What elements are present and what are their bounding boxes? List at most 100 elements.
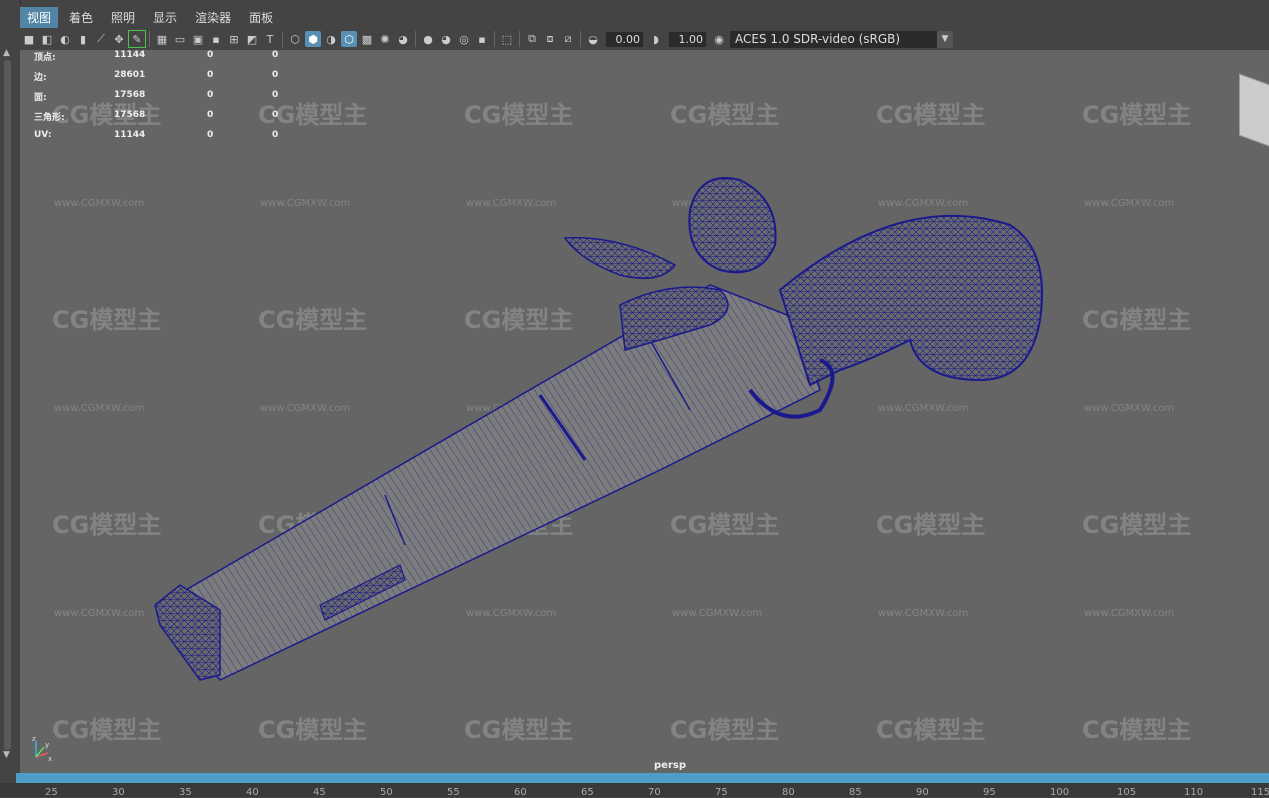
camera-attributes-icon[interactable]: ◧ <box>39 31 55 47</box>
hud-label: 顶点: <box>34 53 56 63</box>
resolution-gate-icon[interactable]: ▣ <box>190 31 206 47</box>
left-panel-strip: ▲ ▼ <box>0 0 21 775</box>
perspective-viewport[interactable]: CG模型主 www.CGMXW.com CG模型主 www.CGMXW.com CG模型… <box>20 50 1269 773</box>
panel-menu-bar: 视图 着色 照明 显示 渲染器 面板 <box>20 6 1269 28</box>
bookmark-icon[interactable]: ◐ <box>57 31 73 47</box>
timeline-tick: 90 <box>916 787 929 798</box>
hud-value: 11144 <box>114 130 146 140</box>
hud-value: 0 <box>272 130 279 140</box>
gate-mask-icon[interactable]: ▪ <box>208 31 224 47</box>
hud-label: 面: <box>34 93 47 103</box>
hud-value: 0 <box>207 130 214 140</box>
menu-lighting[interactable]: 照明 <box>104 7 142 28</box>
flintlock-pistol-wireframe[interactable] <box>20 50 1269 773</box>
lights-icon[interactable]: ✺ <box>377 31 393 47</box>
timeline-tick: 40 <box>246 787 259 798</box>
grid-icon[interactable]: ▦ <box>154 31 170 47</box>
timeline-tick: 60 <box>514 787 527 798</box>
hud-label: 三角形: <box>34 113 65 123</box>
axis-x-label: x <box>48 755 52 763</box>
exposure-field[interactable]: 0.00 <box>606 31 643 47</box>
poly-count-hud: 顶点: 11144 0 0 边: 28601 0 0 面: 17568 0 0 … <box>34 50 314 150</box>
panel-toolbar: ■ ◧ ◐ ▮ ⟋ ✥ ✎ ▦ ▭ ▣ ▪ ⊞ ◩ T ⬡ ⬢ ◑ ⬡ ▩ ✺ … <box>20 28 1269 50</box>
hud-row-edges: 边: 28601 0 0 <box>34 70 314 90</box>
hud-value: 17568 <box>114 90 146 100</box>
timeline-tick: 105 <box>1117 787 1137 798</box>
timeline-tick: 70 <box>648 787 661 798</box>
scroll-up-icon[interactable]: ▲ <box>3 48 10 58</box>
hud-row-triangles: 三角形: 17568 0 0 <box>34 110 314 130</box>
time-slider[interactable] <box>16 773 1269 783</box>
color-management-icon[interactable]: ◉ <box>711 31 727 47</box>
hud-value: 0 <box>272 50 279 60</box>
timeline-tick: 100 <box>1050 787 1070 798</box>
2d-pan-icon[interactable]: ⟋ <box>93 31 109 47</box>
vertical-scrollbar[interactable] <box>4 60 11 750</box>
exposure-icon[interactable]: ◒ <box>585 31 601 47</box>
textured-icon[interactable]: ▩ <box>359 31 375 47</box>
timeline-tick: 50 <box>380 787 393 798</box>
hud-label: UV: <box>34 130 52 140</box>
safe-title-icon[interactable]: T <box>262 31 278 47</box>
timeline-tick: 115 <box>1251 787 1269 798</box>
xray-joints-icon[interactable]: ⧈ <box>542 31 558 47</box>
grease-pencil-icon[interactable]: ✥ <box>111 31 127 47</box>
axis-y-label: y <box>45 741 49 749</box>
hud-value: 0 <box>272 70 279 80</box>
shadows-icon[interactable]: ◕ <box>395 31 411 47</box>
hud-row-faces: 面: 17568 0 0 <box>34 90 314 110</box>
smooth-shade-icon[interactable]: ⬢ <box>305 31 321 47</box>
hud-value: 17568 <box>114 110 146 120</box>
menu-panels[interactable]: 面板 <box>242 7 280 28</box>
hud-value: 0 <box>207 70 214 80</box>
chevron-down-icon: ▼ <box>937 30 953 48</box>
scroll-down-icon[interactable]: ▼ <box>3 750 10 760</box>
timeline-tick: 65 <box>581 787 594 798</box>
timeline-tick: 85 <box>849 787 862 798</box>
timeline-tick: 25 <box>45 787 58 798</box>
timeline-tick: 95 <box>983 787 996 798</box>
gamma-icon[interactable]: ◗ <box>648 31 664 47</box>
axis-gizmo: z y x <box>32 735 52 763</box>
hud-row-uvs: UV: 11144 0 0 <box>34 130 314 150</box>
default-material-icon[interactable]: ◑ <box>323 31 339 47</box>
xray-icon[interactable]: ⧉ <box>524 31 540 47</box>
anti-aliasing-icon[interactable]: ◎ <box>456 31 472 47</box>
field-chart-icon[interactable]: ⊞ <box>226 31 242 47</box>
hud-value: 0 <box>207 110 214 120</box>
hud-row-vertices: 顶点: 11144 0 0 <box>34 50 314 70</box>
timeline-tick: 30 <box>112 787 125 798</box>
film-gate-icon[interactable]: ▭ <box>172 31 188 47</box>
axis-z-label: z <box>32 735 36 743</box>
hud-value: 11144 <box>114 50 146 60</box>
menu-view[interactable]: 视图 <box>20 6 59 28</box>
view-cube[interactable] <box>1239 73 1269 149</box>
hud-label: 边: <box>34 73 47 83</box>
wireframe-on-shaded-icon[interactable]: ⬡ <box>341 31 357 47</box>
screen-space-ao-icon[interactable]: ● <box>420 31 436 47</box>
timeline-tick: 55 <box>447 787 460 798</box>
camera-name-label: persp <box>654 760 686 771</box>
camera-icon[interactable]: ■ <box>21 31 37 47</box>
menu-shading[interactable]: 着色 <box>62 7 100 28</box>
pencil-icon[interactable]: ✎ <box>128 30 146 48</box>
image-plane-icon[interactable]: ▮ <box>75 31 91 47</box>
xray-components-icon[interactable]: ⧄ <box>560 31 576 47</box>
color-space-value: ACES 1.0 SDR-video (sRGB) <box>735 31 901 46</box>
color-space-select[interactable]: ACES 1.0 SDR-video (sRGB) ▼ <box>730 30 953 48</box>
safe-action-icon[interactable]: ◩ <box>244 31 260 47</box>
time-ruler[interactable]: 25 30 35 40 45 50 55 60 65 70 75 80 85 90 95 100 105 110 1… <box>0 783 1269 798</box>
hud-value: 0 <box>272 90 279 100</box>
gamma-field[interactable]: 1.00 <box>669 31 706 47</box>
depth-of-field-icon[interactable]: ▪ <box>474 31 490 47</box>
timeline-tick: 80 <box>782 787 795 798</box>
wireframe-icon[interactable]: ⬡ <box>287 31 303 47</box>
isolate-select-icon[interactable]: ⬚ <box>499 31 515 47</box>
menu-show[interactable]: 显示 <box>146 7 184 28</box>
hud-value: 0 <box>207 50 214 60</box>
timeline-tick: 45 <box>313 787 326 798</box>
menu-renderer[interactable]: 渲染器 <box>188 7 238 28</box>
timeline-tick: 75 <box>715 787 728 798</box>
motion-blur-icon[interactable]: ◕ <box>438 31 454 47</box>
timeline-tick: 35 <box>179 787 192 798</box>
